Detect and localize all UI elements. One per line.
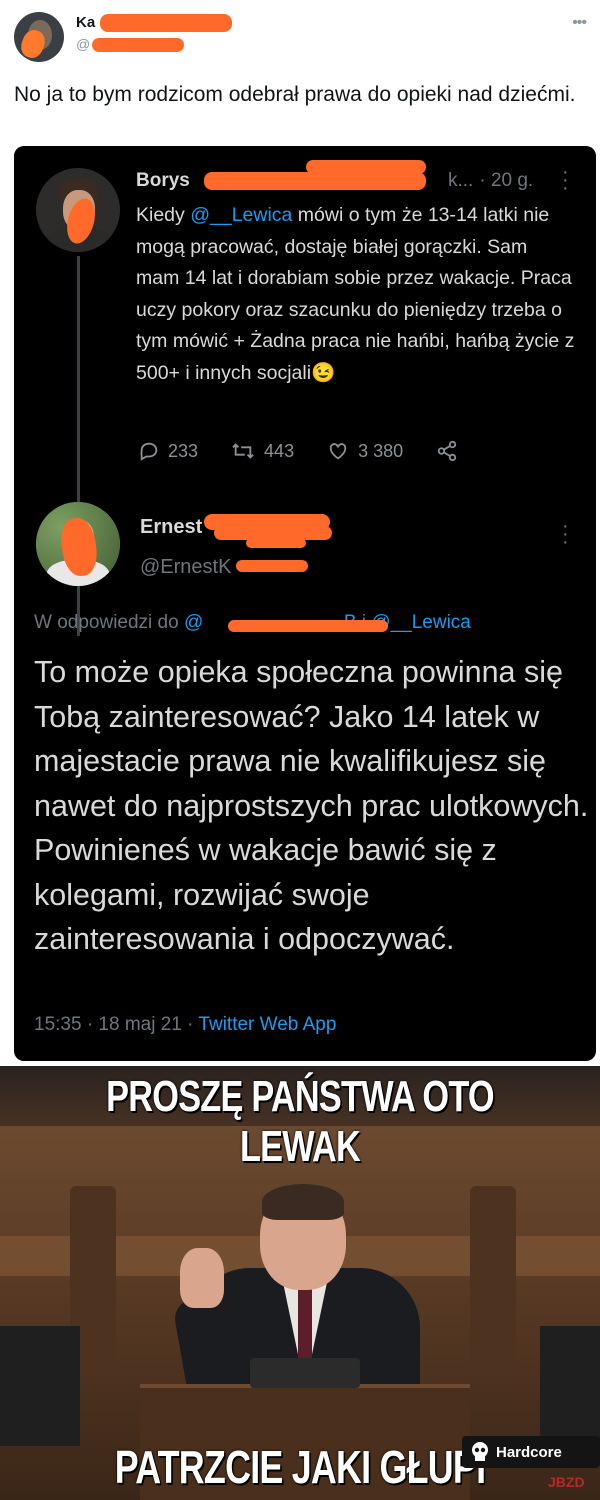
redaction-mark <box>100 14 232 32</box>
more-options-icon[interactable]: · · · <box>562 162 569 198</box>
tweet-text: To może opieka społeczna powinna się Tob… <box>34 655 589 956</box>
timestamp: 15:35 · 18 maj 21 · <box>34 1014 199 1035</box>
site-watermark: JBZD <box>548 1474 585 1490</box>
source-app-link[interactable]: Twitter Web App <box>198 1014 336 1035</box>
author-name[interactable]: Borys <box>136 170 190 192</box>
share-icon <box>437 440 457 462</box>
watermark: Hardcore <box>462 1436 600 1468</box>
retweet-count: 443 <box>264 440 295 461</box>
skull-icon <box>472 1442 488 1461</box>
avatar[interactable] <box>36 502 120 586</box>
avatar[interactable] <box>36 168 120 252</box>
redaction-mark <box>306 160 426 174</box>
outer-tweet-header: Ka @ ••• <box>0 0 600 75</box>
author-name[interactable]: Ernest <box>140 516 202 539</box>
meme-top-caption: PROSZĘ PAŃSTWA OTO LEWAK <box>106 1072 494 1171</box>
author-handle[interactable]: @ErnestK <box>140 556 231 579</box>
heart-icon <box>329 443 347 460</box>
author-name[interactable]: Ka <box>76 14 95 31</box>
timestamp: · 20 g. <box>479 170 534 191</box>
tweet-text-part: mówi o tym że 13-14 latki nie mogą praco… <box>136 204 575 384</box>
wink-emoji: 😉 <box>311 361 336 384</box>
watermark-label: Hardcore <box>496 1443 562 1461</box>
reply-prefix: W odpowiedzi do <box>34 612 184 633</box>
author-handle[interactable]: @ <box>76 36 90 52</box>
retweet-icon <box>232 443 254 459</box>
avatar[interactable] <box>14 12 64 62</box>
tweet-meta: 15:35 · 18 maj 21 · Twitter Web App <box>34 1014 336 1036</box>
redaction-mark <box>92 38 184 52</box>
mention-link[interactable]: @__Lewica <box>190 204 292 226</box>
handle-fragment: k... <box>448 170 474 191</box>
more-options-icon[interactable]: ••• <box>572 14 587 32</box>
tweet-text: No ja to bym rodzicom odebrał prawa do o… <box>14 83 576 106</box>
quoted-screenshot: Borys k... · 20 g. · · · Kiedy @__Lewica mó… <box>14 146 596 1061</box>
redaction-mark <box>228 620 388 632</box>
meme-image: PROSZĘ PAŃSTWA OTO LEWAK PATRZCIE JAKI G… <box>0 1066 600 1500</box>
reply-count: 233 <box>168 440 199 461</box>
share-button[interactable] <box>435 440 467 462</box>
redaction-mark <box>246 538 306 548</box>
tweet-time: k... · 20 g. <box>448 170 533 192</box>
redaction-mark <box>204 172 426 190</box>
reply-icon <box>140 442 158 461</box>
like-count: 3 380 <box>358 440 404 461</box>
redaction-mark <box>236 560 308 572</box>
retweet-button[interactable]: 443 <box>230 440 294 462</box>
tweet-actions: 233 443 3 380 <box>138 436 499 466</box>
like-button[interactable]: 3 380 <box>326 440 403 462</box>
tweet-text-part: Kiedy <box>136 204 191 226</box>
tweet-text: Kiedy @__Lewica mówi o tym że 13-14 latk… <box>136 200 576 389</box>
reply-button[interactable]: 233 <box>138 440 198 462</box>
more-options-icon[interactable]: · · · <box>562 516 569 552</box>
